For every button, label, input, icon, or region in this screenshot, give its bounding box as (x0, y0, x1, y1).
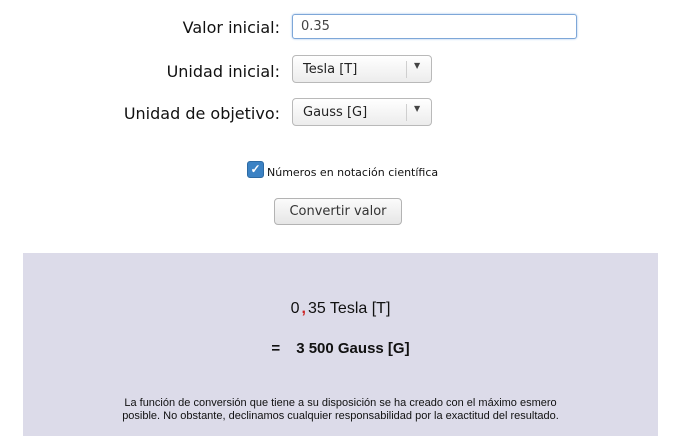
select-separator (406, 104, 407, 121)
unidad-inicial-value: Tesla [T] (303, 62, 358, 77)
valor-inicial-label: Valor inicial: (182, 18, 280, 37)
converted-value: = 3 500 Gauss [G] (23, 340, 658, 357)
unidad-inicial-label: Unidad inicial: (166, 62, 280, 81)
chevron-down-icon: ▼ (414, 104, 421, 113)
unidad-objetivo-value: Gauss [G] (303, 105, 368, 120)
disclaimer: La función de conversión que tiene a su … (23, 397, 658, 423)
valor-inicial-input[interactable]: 0.35 (292, 14, 577, 39)
notacion-cientifica-checkbox[interactable]: ✓ (247, 161, 264, 178)
equals-sign: = (271, 340, 281, 357)
chevron-down-icon: ▼ (414, 61, 421, 70)
unidad-objetivo-select[interactable]: Gauss [G] ▼ (292, 98, 432, 126)
converted-text: 3 500 Gauss [G] (296, 340, 410, 357)
notacion-cientifica-label: Números en notación científica (267, 166, 439, 179)
source-value: 0, 35 Tesla [T] (23, 300, 658, 318)
disclaimer-line: La función de conversión que tiene a su … (124, 397, 557, 409)
unidad-objetivo-label: Unidad de objetivo: (123, 104, 280, 123)
source-rest: 35 Tesla [T] (307, 300, 391, 317)
decimal-separator: , (301, 300, 306, 317)
result-panel: 0, 35 Tesla [T] = 3 500 Gauss [G] La funci… (23, 253, 658, 436)
check-icon: ✓ (250, 162, 261, 176)
convertir-valor-button[interactable]: Convertir valor (274, 198, 402, 225)
unidad-inicial-select[interactable]: Tesla [T] ▼ (292, 55, 432, 83)
select-separator (406, 61, 407, 78)
disclaimer-line: posible. No obstante, declinamos cualqui… (122, 410, 559, 422)
source-integer: 0 (290, 300, 300, 317)
